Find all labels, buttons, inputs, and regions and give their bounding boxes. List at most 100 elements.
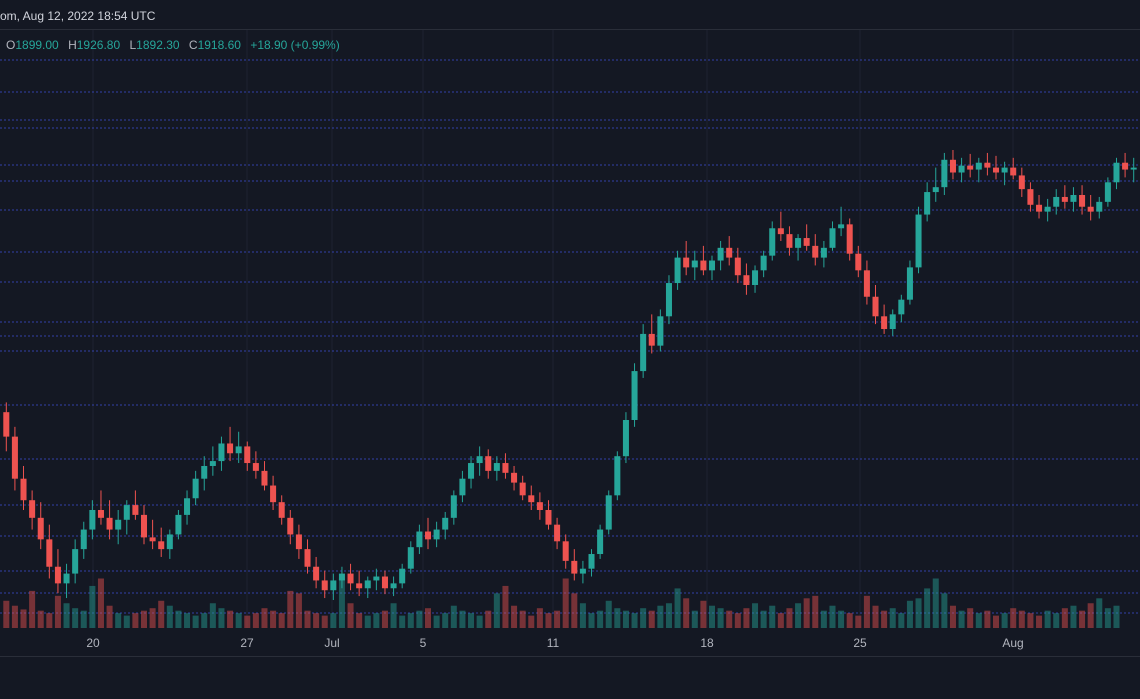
candle-body <box>123 505 130 520</box>
volume-bar <box>115 613 122 628</box>
volume-bar <box>140 610 148 628</box>
candle-body <box>261 470 268 486</box>
volume-bar <box>752 603 759 628</box>
candle-body <box>1018 175 1025 190</box>
candle-body <box>424 531 432 540</box>
volume-bar <box>1036 615 1043 628</box>
candle-body <box>1122 162 1129 170</box>
volume-bar <box>227 610 234 628</box>
volume-bar <box>812 595 819 628</box>
candle-body <box>46 539 53 567</box>
volume-bar <box>356 613 363 628</box>
candle-body <box>588 554 595 569</box>
candle-body <box>1096 201 1103 212</box>
candle-body <box>691 260 698 268</box>
volume-bar <box>1010 608 1017 628</box>
candle-body <box>528 495 535 503</box>
volume-bar <box>416 610 423 628</box>
candle-body <box>330 580 337 591</box>
volume-bar <box>270 610 277 628</box>
x-tick-label: 5 <box>419 636 427 650</box>
candle-body <box>493 463 500 471</box>
volume-bar <box>123 615 130 628</box>
candle-body <box>80 529 87 550</box>
candle-body <box>579 568 586 574</box>
volume-bar <box>399 615 406 628</box>
candle-body <box>769 228 776 256</box>
volume-bar <box>519 610 526 628</box>
low-value: 1892.30 <box>136 38 180 52</box>
candle-body <box>270 485 277 503</box>
volume-bar <box>906 600 913 628</box>
candle-body <box>140 514 148 538</box>
volume-bar <box>97 578 104 628</box>
candle-body <box>278 502 285 518</box>
x-tick-label: 25 <box>853 636 867 650</box>
candle-body <box>227 443 234 454</box>
candle-body <box>149 537 156 542</box>
volume-bar <box>588 613 595 628</box>
candle-body <box>218 443 225 462</box>
volume-bar <box>545 613 552 628</box>
volume-bar <box>648 610 655 628</box>
source-timestamp: om, Aug 12, 2022 18:54 UTC <box>0 9 156 23</box>
volume-bar <box>803 598 810 628</box>
candle-body <box>752 270 759 285</box>
candle-body <box>468 463 475 479</box>
volume-bar <box>1096 598 1103 628</box>
chart-area[interactable] <box>0 0 1140 694</box>
change-value: +18.90 (+0.99%) <box>250 38 340 52</box>
volume-bar <box>898 613 905 628</box>
volume-bar <box>614 608 621 628</box>
candle-body <box>97 510 104 518</box>
candle-body <box>11 436 18 479</box>
volume-bar <box>476 615 483 628</box>
candle-body <box>708 260 716 271</box>
candle-body <box>381 576 388 589</box>
volume-bar <box>992 615 1000 628</box>
candle-body <box>244 446 251 464</box>
close-label: C <box>188 38 198 52</box>
candle-body <box>855 253 862 271</box>
candle-body <box>1044 206 1051 212</box>
volume-bar <box>777 613 784 628</box>
volume-bar <box>743 608 750 628</box>
candle-body <box>106 517 113 530</box>
candlestick-chart[interactable] <box>0 0 1140 694</box>
open-value: 1899.00 <box>15 38 59 52</box>
candle-body <box>1079 195 1086 207</box>
candle-body <box>313 566 320 581</box>
candle-body <box>665 283 672 317</box>
candle-body <box>1027 189 1034 205</box>
candle-body <box>941 159 948 188</box>
volume-bar <box>640 608 647 628</box>
volume-bar <box>1001 613 1008 628</box>
candle-body <box>838 224 845 229</box>
volume-bar <box>554 610 561 628</box>
volume-bar <box>855 615 862 628</box>
volume-bar <box>132 613 139 628</box>
high-value: 1926.80 <box>76 38 121 52</box>
candle-body <box>657 316 664 346</box>
volume-bar <box>631 613 638 628</box>
volume-bar <box>46 613 53 628</box>
candle-body <box>1070 195 1077 202</box>
x-tick-label: 18 <box>700 636 714 650</box>
candle-body <box>924 192 931 215</box>
volume-bar <box>89 585 96 628</box>
volume-bar <box>184 613 191 628</box>
volume-bar <box>838 610 845 628</box>
volume-bar <box>313 613 320 628</box>
candle-body <box>132 505 139 515</box>
candle-body <box>295 534 302 550</box>
volume-bar <box>665 603 672 628</box>
candle-body <box>906 267 913 300</box>
candle-body <box>803 238 810 246</box>
x-tick-label: 11 <box>546 636 560 650</box>
volume-bar <box>63 603 70 628</box>
volume-bar <box>1061 608 1068 628</box>
candle-body <box>407 547 414 569</box>
candle-body <box>984 162 991 168</box>
volume-bar <box>820 610 827 628</box>
volume-bar <box>390 603 397 628</box>
